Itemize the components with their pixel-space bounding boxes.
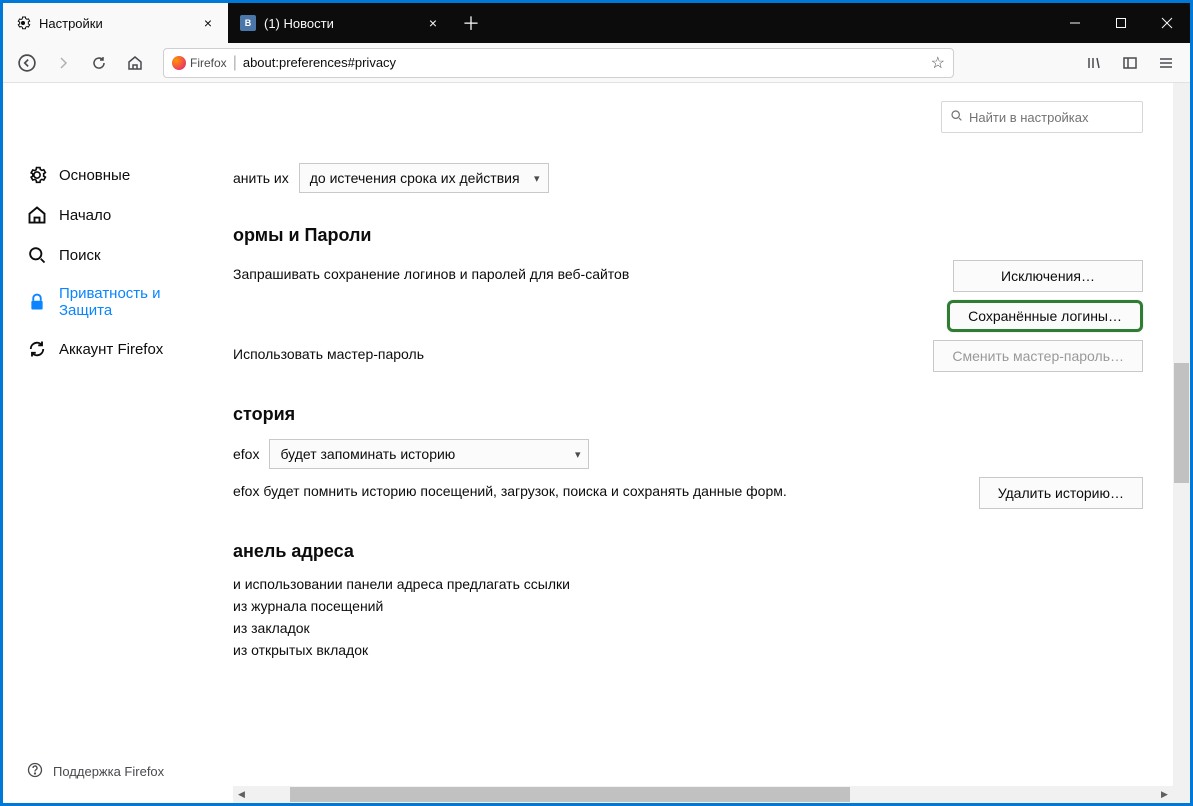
url-bar[interactable]: Firefox | about:preferences#privacy ☆ xyxy=(163,48,954,78)
support-label: Поддержка Firefox xyxy=(53,764,164,779)
keep-until-dropdown[interactable]: до истечения срока их действия xyxy=(299,163,549,193)
sync-icon xyxy=(27,339,47,359)
main-panel: Найти в настройках анить их до истечения… xyxy=(233,83,1190,803)
bookmark-star-icon[interactable]: ☆ xyxy=(931,53,945,73)
horizontal-scrollbar[interactable]: ◀ ▶ xyxy=(233,786,1173,803)
scroll-left-icon[interactable]: ◀ xyxy=(233,786,250,803)
content-area: Основные Начало Поиск Приватность и Защи… xyxy=(3,83,1190,803)
search-placeholder: Найти в настройках xyxy=(969,110,1089,125)
suggest-history-checkbox[interactable]: из журнала посещений xyxy=(233,598,1143,614)
sidebar-item-label: Начало xyxy=(59,207,111,224)
lock-icon xyxy=(27,292,47,312)
sidebar-item-home[interactable]: Начало xyxy=(3,195,233,235)
close-window-button[interactable] xyxy=(1144,3,1190,43)
identity-label: Firefox xyxy=(190,56,227,70)
forms-passwords-heading: ормы и Пароли xyxy=(233,225,1143,246)
sidebar-item-label: Основные xyxy=(59,167,130,184)
sidebar-item-label: Приватность и Защита xyxy=(59,285,215,319)
help-icon xyxy=(27,762,43,781)
sidebar-item-search[interactable]: Поиск xyxy=(3,235,233,275)
tab-vk-news[interactable]: B (1) Новости × xyxy=(228,3,453,43)
sidebar-item-label: Поиск xyxy=(59,247,101,264)
history-description: efox будет помнить историю посещений, за… xyxy=(233,483,787,499)
clear-history-button[interactable]: Удалить историю… xyxy=(979,477,1143,509)
maximize-button[interactable] xyxy=(1098,3,1144,43)
sidebar-item-label: Аккаунт Firefox xyxy=(59,341,163,358)
keep-until-label-fragment: анить их xyxy=(233,170,289,186)
titlebar: Настройки × B (1) Новости × ＋ xyxy=(3,3,1190,43)
vertical-scrollbar[interactable] xyxy=(1173,83,1190,786)
home-icon xyxy=(27,205,47,225)
tab-label: (1) Новости xyxy=(264,16,417,31)
tab-label: Настройки xyxy=(39,16,192,31)
history-mode-dropdown[interactable]: будет запоминать историю xyxy=(269,439,589,469)
scrollbar-corner xyxy=(1173,786,1190,803)
navigation-toolbar: Firefox | about:preferences#privacy ☆ xyxy=(3,43,1190,83)
forward-button[interactable] xyxy=(47,47,79,79)
sidebar-item-general[interactable]: Основные xyxy=(3,155,233,195)
saved-logins-button[interactable]: Сохранённые логины… xyxy=(947,300,1143,332)
addressbar-intro: и использовании панели адреса предлагать… xyxy=(233,576,1143,592)
scrollbar-thumb[interactable] xyxy=(290,787,850,802)
use-master-password-checkbox[interactable]: Использовать мастер-пароль xyxy=(233,340,424,362)
support-link[interactable]: Поддержка Firefox xyxy=(3,750,233,803)
reload-button[interactable] xyxy=(83,47,115,79)
addressbar-heading: анель адреса xyxy=(233,541,1143,562)
gear-icon xyxy=(27,165,47,185)
minimize-button[interactable] xyxy=(1052,3,1098,43)
tab-strip: Настройки × B (1) Новости × ＋ xyxy=(3,3,1052,43)
ask-save-logins-checkbox[interactable]: Запрашивать сохранение логинов и паролей… xyxy=(233,260,629,282)
close-icon[interactable]: × xyxy=(425,15,441,31)
back-button[interactable] xyxy=(11,47,43,79)
sidebar-item-privacy[interactable]: Приватность и Защита xyxy=(3,275,233,329)
separator: | xyxy=(233,54,237,72)
tab-settings[interactable]: Настройки × xyxy=(3,3,228,43)
new-tab-button[interactable]: ＋ xyxy=(453,3,489,43)
suggest-opentabs-checkbox[interactable]: из открытых вкладок xyxy=(233,642,1143,658)
suggest-bookmarks-checkbox[interactable]: из закладок xyxy=(233,620,1143,636)
change-master-password-button: Сменить мастер-пароль… xyxy=(933,340,1143,372)
search-icon xyxy=(27,245,47,265)
search-icon xyxy=(950,109,963,125)
library-button[interactable] xyxy=(1078,47,1110,79)
categories-sidebar: Основные Начало Поиск Приватность и Защи… xyxy=(3,83,233,803)
home-button[interactable] xyxy=(119,47,151,79)
exceptions-button[interactable]: Исключения… xyxy=(953,260,1143,292)
identity-box[interactable]: Firefox xyxy=(172,56,227,70)
sidebar-button[interactable] xyxy=(1114,47,1146,79)
firefox-icon xyxy=(172,56,186,70)
sidebar-item-sync[interactable]: Аккаунт Firefox xyxy=(3,329,233,369)
vk-icon: B xyxy=(240,15,256,31)
window-controls xyxy=(1052,3,1190,43)
scrollbar-thumb[interactable] xyxy=(1174,363,1189,483)
browser-window: Настройки × B (1) Новости × ＋ Firefox xyxy=(0,0,1193,806)
close-icon[interactable]: × xyxy=(200,15,216,31)
history-heading: стория xyxy=(233,404,1143,425)
gear-icon xyxy=(15,15,31,31)
menu-button[interactable] xyxy=(1150,47,1182,79)
search-input[interactable]: Найти в настройках xyxy=(941,101,1143,133)
history-prefix-fragment: efox xyxy=(233,446,259,462)
url-text: about:preferences#privacy xyxy=(243,55,925,70)
scroll-right-icon[interactable]: ▶ xyxy=(1156,786,1173,803)
